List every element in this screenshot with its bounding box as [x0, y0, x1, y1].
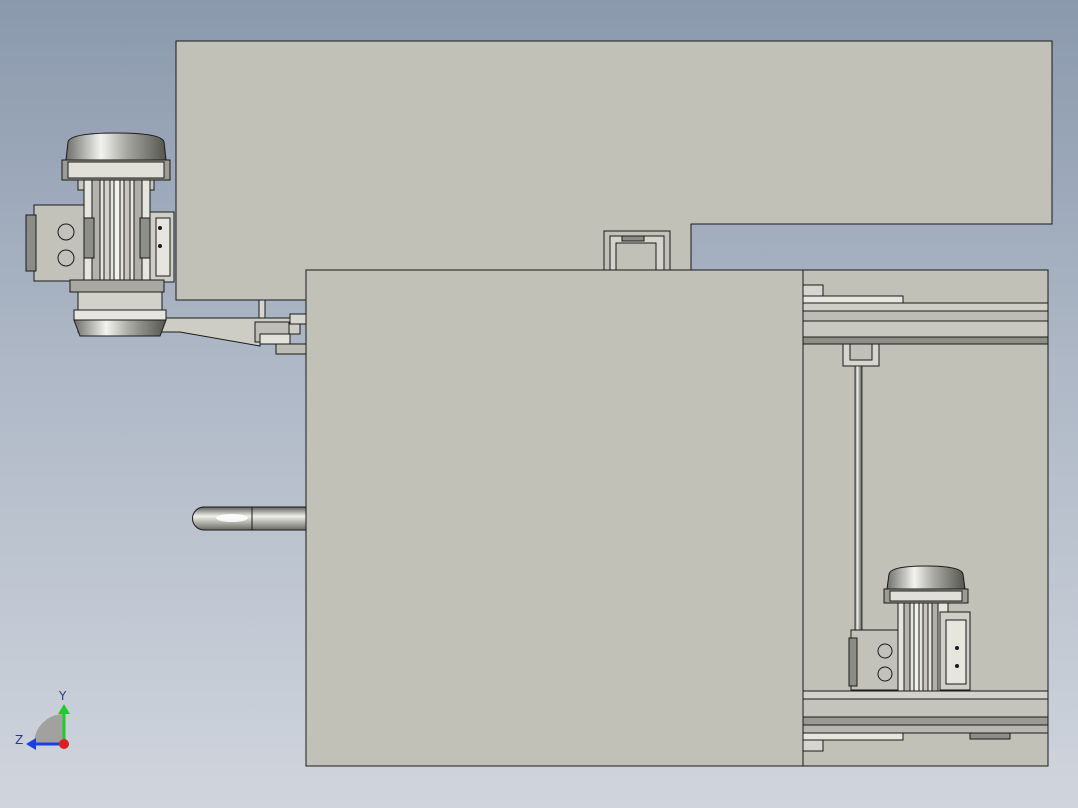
motor-icon[interactable] [25, 132, 175, 337]
z-axis-label: Z [15, 733, 23, 747]
y-axis-label: Y [58, 689, 67, 703]
cad-viewport[interactable]: Y Z [0, 0, 1078, 808]
cad-drawing: Y Z [15, 40, 1053, 767]
top-bracket [603, 230, 671, 271]
coordinate-triad-icon: Y Z [15, 689, 70, 750]
side-handle[interactable] [192, 506, 307, 531]
front-panel[interactable] [305, 269, 804, 767]
